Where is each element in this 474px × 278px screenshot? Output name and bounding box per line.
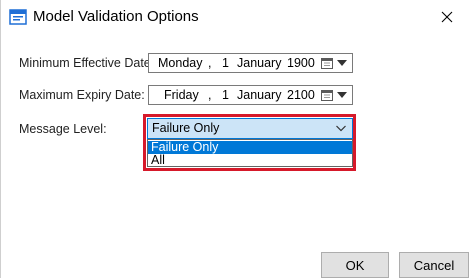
min-effective-date-picker[interactable]: Monday , 1 January 1900 [148, 53, 353, 73]
max-date-separator: , [208, 88, 212, 102]
model-validation-dialog: Model Validation Options Minimum Effecti… [0, 0, 474, 278]
message-level-combobox[interactable]: Failure Only [147, 118, 353, 139]
dropdown-option-failure-only[interactable]: Failure Only [148, 141, 352, 154]
cancel-button[interactable]: Cancel [399, 252, 469, 278]
min-date-year[interactable]: 1900 [287, 56, 315, 70]
max-expiry-date-label: Maximum Expiry Date: [19, 88, 145, 102]
title-bar: Model Validation Options [1, 0, 474, 36]
message-level-selected-value: Failure Only [152, 121, 220, 135]
min-date-day[interactable]: 1 [222, 56, 229, 70]
app-icon [9, 9, 27, 25]
close-button[interactable] [429, 0, 465, 34]
chevron-down-icon[interactable] [336, 125, 346, 132]
min-date-separator: , [208, 56, 212, 70]
message-level-dropdown-list: Failure Only All [147, 139, 353, 167]
max-date-year[interactable]: 2100 [287, 88, 315, 102]
calendar-icon[interactable] [321, 57, 333, 69]
ok-button[interactable]: OK [321, 252, 389, 278]
calendar-icon[interactable] [321, 89, 333, 101]
chevron-down-icon[interactable] [337, 92, 347, 98]
chevron-down-icon[interactable] [337, 60, 347, 66]
max-expiry-date-picker[interactable]: Friday , 1 January 2100 [148, 85, 353, 105]
min-date-weekday[interactable]: Monday [158, 56, 202, 70]
dropdown-option-all[interactable]: All [148, 154, 352, 167]
window-title: Model Validation Options [33, 8, 199, 25]
max-date-day[interactable]: 1 [222, 88, 229, 102]
min-effective-date-label: Minimum Effective Date: [19, 56, 155, 70]
max-date-weekday[interactable]: Friday [164, 88, 199, 102]
max-date-month[interactable]: January [237, 88, 281, 102]
message-level-label: Message Level: [19, 122, 107, 136]
min-date-month[interactable]: January [237, 56, 281, 70]
close-icon [441, 11, 453, 23]
